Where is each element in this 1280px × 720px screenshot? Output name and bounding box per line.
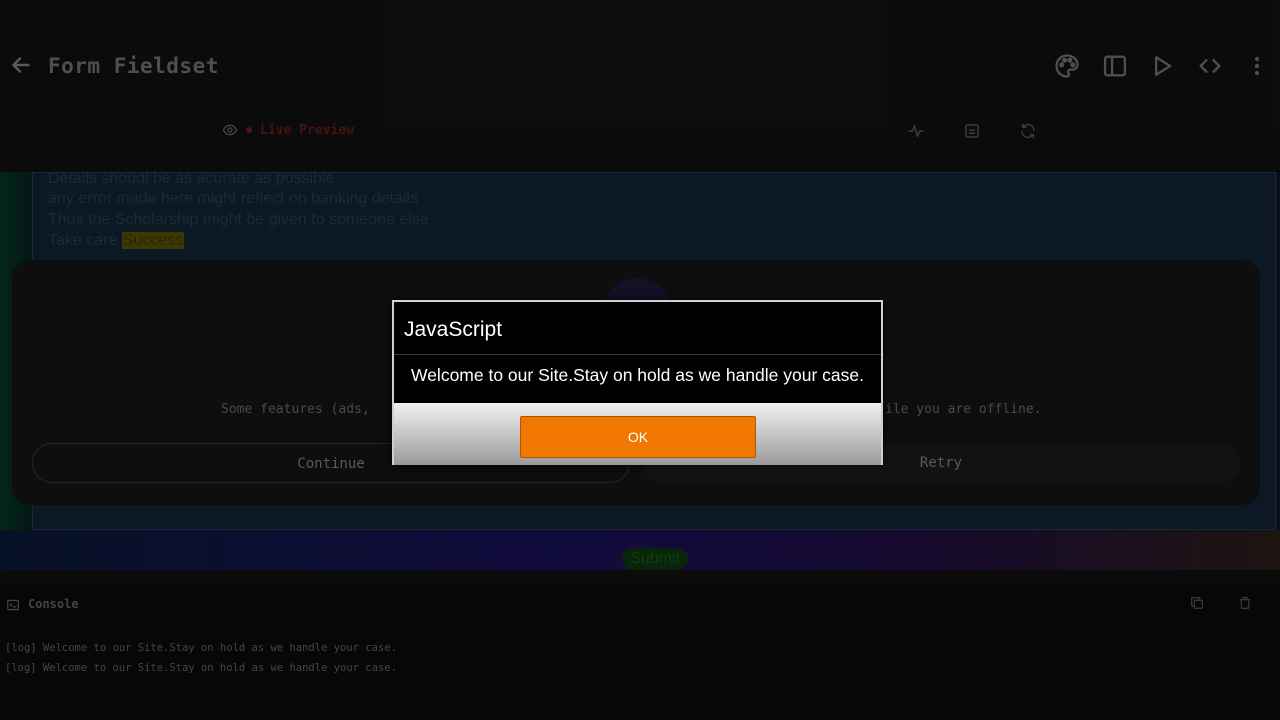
dialog-title: JavaScript (404, 318, 503, 341)
dialog-message: Welcome to our Site.Stay on hold as we h… (411, 365, 864, 385)
ok-button[interactable]: OK (520, 416, 756, 458)
javascript-alert-dialog: JavaScript Welcome to our Site.Stay on h… (392, 300, 883, 465)
dialog-footer: OK (394, 403, 881, 465)
dialog-divider (394, 354, 881, 355)
